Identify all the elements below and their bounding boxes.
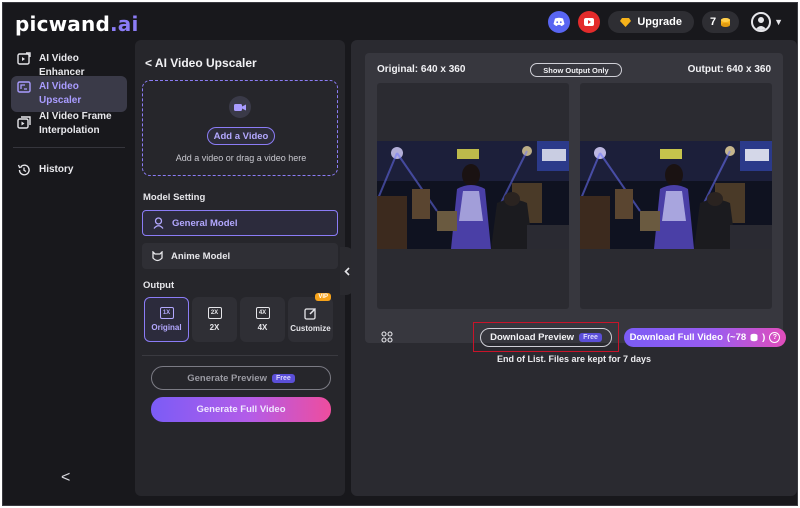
output-option-label: Original [151,323,182,332]
output-original-option[interactable]: 1X Original [144,297,189,342]
credits-count: 7 [709,16,717,28]
preview-panel: Original: 640 x 360 Show Output Only Out… [351,40,797,496]
coin-icon [721,17,731,27]
frame-interpolation-icon [17,116,31,129]
grid-icon[interactable] [381,331,393,343]
upload-dropzone[interactable]: Add a Video Add a video or drag a video … [142,80,338,176]
upgrade-label: Upgrade [637,16,682,28]
free-badge: Free [579,333,602,342]
download-full-video-button[interactable]: Download Full Video (~78 ) ? [624,328,786,347]
logo[interactable]: picwand.ai [15,12,139,36]
generate-preview-label: Generate Preview [187,372,267,384]
end-of-list-note: End of List. Files are kept for 7 days [496,354,652,364]
sidebar-item-history[interactable]: History [11,159,127,181]
compare-card: Original: 640 x 360 Show Output Only Out… [365,53,786,352]
output-option-label: 2X [209,323,220,332]
upload-hint: Add a video or drag a video here [175,153,307,163]
add-video-button[interactable]: Add a Video [207,127,275,145]
credits-badge[interactable]: 7 [701,11,740,33]
download-preview-label: Download Preview [490,332,575,343]
original-video-pane[interactable] [377,83,569,309]
panel-divider [142,355,338,356]
chevron-down-icon: ▼ [774,17,783,27]
model-label: General Model [172,217,238,229]
sidebar-item-frame-interpolation[interactable]: AI Video Frame Interpolation [11,106,127,142]
history-icon [17,164,30,176]
panel-title[interactable]: < AI Video Upscaler [145,56,257,70]
output-label: Output [143,280,175,291]
chevron-left-icon [344,266,350,276]
video-enhance-icon [17,52,31,65]
top-toolbar: Upgrade 7 ▼ [548,11,783,33]
output-option-label: 4X [257,323,268,332]
resolution-badge: 2X [207,307,222,319]
general-model-button[interactable]: General Model [142,210,338,236]
output-video-pane[interactable] [580,83,772,309]
vip-badge: VIP [315,293,331,301]
video-frame-original [377,141,569,249]
app-window: picwand.ai Upgrade 7 ▼ AI Video Enhancer [2,2,798,506]
resolution-badge: 1X [159,307,174,319]
anime-face-icon [152,250,163,261]
output-resolution-label: Output: 640 x 360 [687,64,771,75]
person-icon [153,217,164,229]
model-label: Anime Model [171,250,231,262]
sidebar: AI Video Enhancer AI Video Upscaler AI V… [3,41,133,507]
collapse-sidebar-button[interactable]: < [61,469,70,487]
output-4x-option[interactable]: 4X 4X [240,297,285,342]
comment-icon[interactable] [722,88,766,157]
model-setting-label: Model Setting [143,192,206,203]
upgrade-button[interactable]: Upgrade [608,11,694,33]
video-upscale-icon [17,81,31,93]
resolution-badge: 4X [255,307,270,319]
show-output-only-button[interactable]: Show Output Only [530,63,622,77]
download-full-label: Download Full Video [629,332,723,343]
output-customize-option[interactable]: VIP Customize [288,293,333,342]
sidebar-item-label: AI Video Upscaler [39,81,82,106]
generate-full-video-button[interactable]: Generate Full Video [151,397,331,422]
settings-panel: < AI Video Upscaler Add a Video Add a vi… [135,40,345,496]
thumbs-up-icon[interactable] [722,88,734,157]
feedback-icons [722,88,766,157]
anime-model-button[interactable]: Anime Model [142,243,338,269]
video-frame-output [580,141,772,249]
thumbs-down-icon[interactable] [722,88,750,157]
download-preview-button[interactable]: Download Preview Free [480,328,612,347]
youtube-icon[interactable] [578,11,601,33]
free-badge: Free [271,373,295,383]
edit-icon [304,307,317,320]
output-2x-option[interactable]: 2X 2X [192,297,237,342]
sidebar-item-label: AI Video Frame Interpolation [39,111,112,136]
coin-icon [750,333,758,342]
original-resolution-label: Original: 640 x 360 [377,64,466,75]
sidebar-item-label: History [39,164,74,175]
help-icon[interactable]: ? [769,332,781,343]
output-option-label: Customize [290,323,331,333]
diamond-icon [620,17,632,27]
download-cost: (~78 [726,332,747,343]
discord-icon[interactable] [548,11,571,33]
video-camera-icon [229,96,251,118]
download-cost-end: ) [762,332,766,343]
generate-preview-button[interactable]: Generate Preview Free [151,366,331,390]
account-menu[interactable]: ▼ [751,12,783,32]
sidebar-divider [13,147,125,148]
avatar-icon [751,12,772,32]
